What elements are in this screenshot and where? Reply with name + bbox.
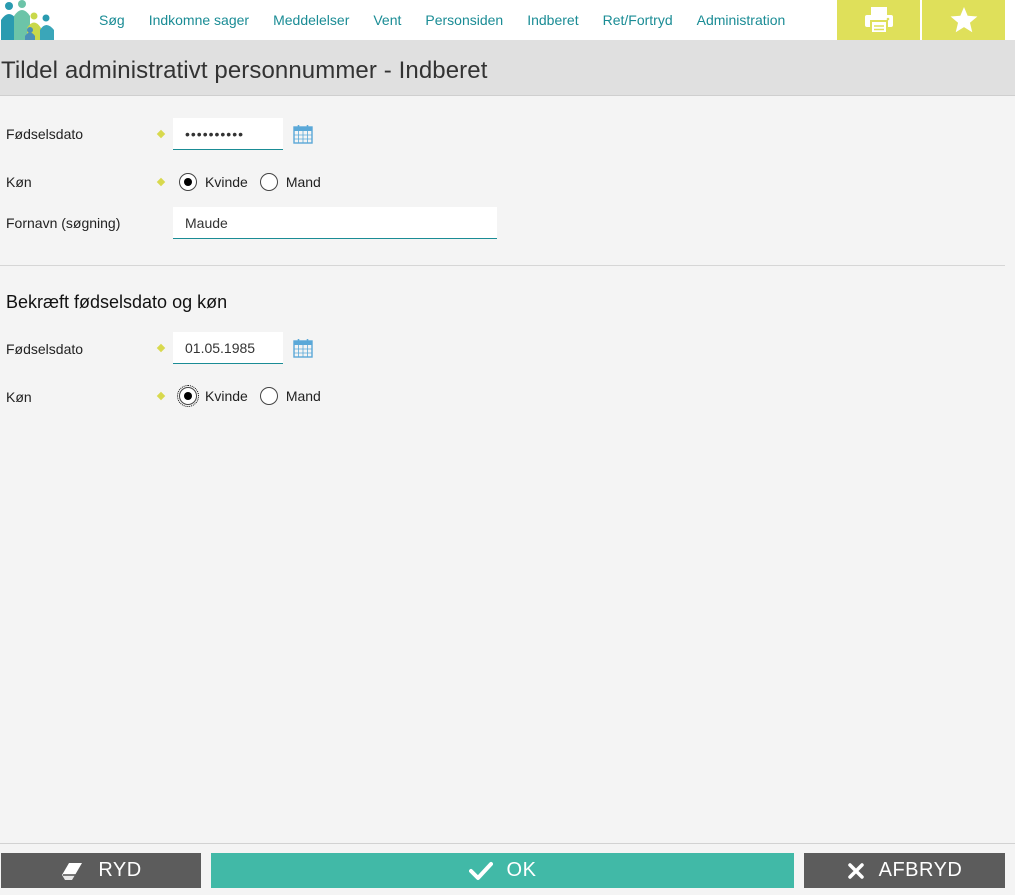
favorite-button[interactable]: [922, 0, 1005, 40]
clear-button-label: RYD: [98, 859, 142, 881]
confirm-gender-option-kvinde[interactable]: Kvinde: [177, 385, 248, 407]
app-logo[interactable]: [0, 0, 58, 40]
birthdate-label: Fødselsdato: [6, 126, 84, 142]
gender-option-kvinde[interactable]: Kvinde: [179, 173, 248, 191]
title-bar: Tildel administrativt personnummer - Ind…: [0, 40, 1015, 96]
check-icon: [468, 861, 493, 880]
confirm-radio-kvinde[interactable]: [177, 385, 199, 407]
print-button[interactable]: [837, 0, 920, 40]
nav-item-vent[interactable]: Vent: [373, 12, 401, 28]
confirm-birthdate-label: Fødselsdato: [6, 341, 84, 357]
required-marker: [156, 177, 166, 187]
required-marker: [156, 343, 166, 353]
confirm-gender-option-mand[interactable]: Mand: [259, 387, 321, 405]
confirm-radio-label-mand: Mand: [285, 388, 321, 404]
confirm-gender-radio-group: Kvinde Mand: [177, 385, 333, 407]
ok-button-label: OK: [506, 859, 537, 881]
firstname-label: Fornavn (søgning): [6, 215, 121, 231]
nav-item-ret-fortryd[interactable]: Ret/Fortryd: [603, 12, 673, 28]
star-icon: [950, 6, 977, 33]
confirm-gender-label: Køn: [6, 389, 32, 405]
main-nav: Søg Indkomne sager Meddelelser Vent Pers…: [87, 0, 797, 40]
confirm-birthdate-field[interactable]: [173, 332, 283, 364]
calendar-icon[interactable]: [293, 338, 313, 358]
calendar-icon[interactable]: [293, 124, 313, 144]
ok-button[interactable]: OK: [211, 853, 794, 888]
gender-radio-group: Kvinde Mand: [179, 173, 333, 191]
printer-icon: [864, 7, 893, 34]
page-title: Tildel administrativt personnummer - Ind…: [1, 57, 488, 84]
gender-label: Køn: [6, 174, 32, 190]
radio-kvinde[interactable]: [179, 173, 197, 191]
top-bar: Søg Indkomne sager Meddelelser Vent Pers…: [0, 0, 1015, 40]
clear-button[interactable]: RYD: [1, 853, 201, 888]
nav-item-personsiden[interactable]: Personsiden: [425, 12, 503, 28]
confirm-heading: Bekræft fødselsdato og køn: [6, 292, 228, 312]
radio-label-mand: Mand: [285, 174, 321, 190]
firstname-field[interactable]: [173, 207, 497, 239]
confirm-radio-mand[interactable]: [259, 387, 278, 405]
close-icon: [847, 862, 864, 879]
cancel-button-label: AFBRYD: [878, 859, 963, 881]
nav-item-administration[interactable]: Administration: [697, 12, 786, 28]
radio-mand[interactable]: [259, 173, 278, 191]
required-marker: [156, 129, 166, 139]
section-divider: [0, 265, 1005, 266]
gender-option-mand[interactable]: Mand: [259, 173, 321, 191]
nav-item-meddelelser[interactable]: Meddelelser: [273, 12, 349, 28]
eraser-icon: [62, 862, 83, 880]
birthdate-field[interactable]: [173, 118, 283, 150]
required-marker: [156, 391, 166, 401]
confirm-radio-label-kvinde: Kvinde: [205, 388, 248, 404]
nav-item-indberet[interactable]: Indberet: [527, 12, 578, 28]
nav-item-indkomne-sager[interactable]: Indkomne sager: [149, 12, 249, 28]
cancel-button[interactable]: AFBRYD: [804, 853, 1005, 888]
nav-item-sog[interactable]: Søg: [99, 12, 125, 28]
radio-label-kvinde: Kvinde: [205, 174, 248, 190]
